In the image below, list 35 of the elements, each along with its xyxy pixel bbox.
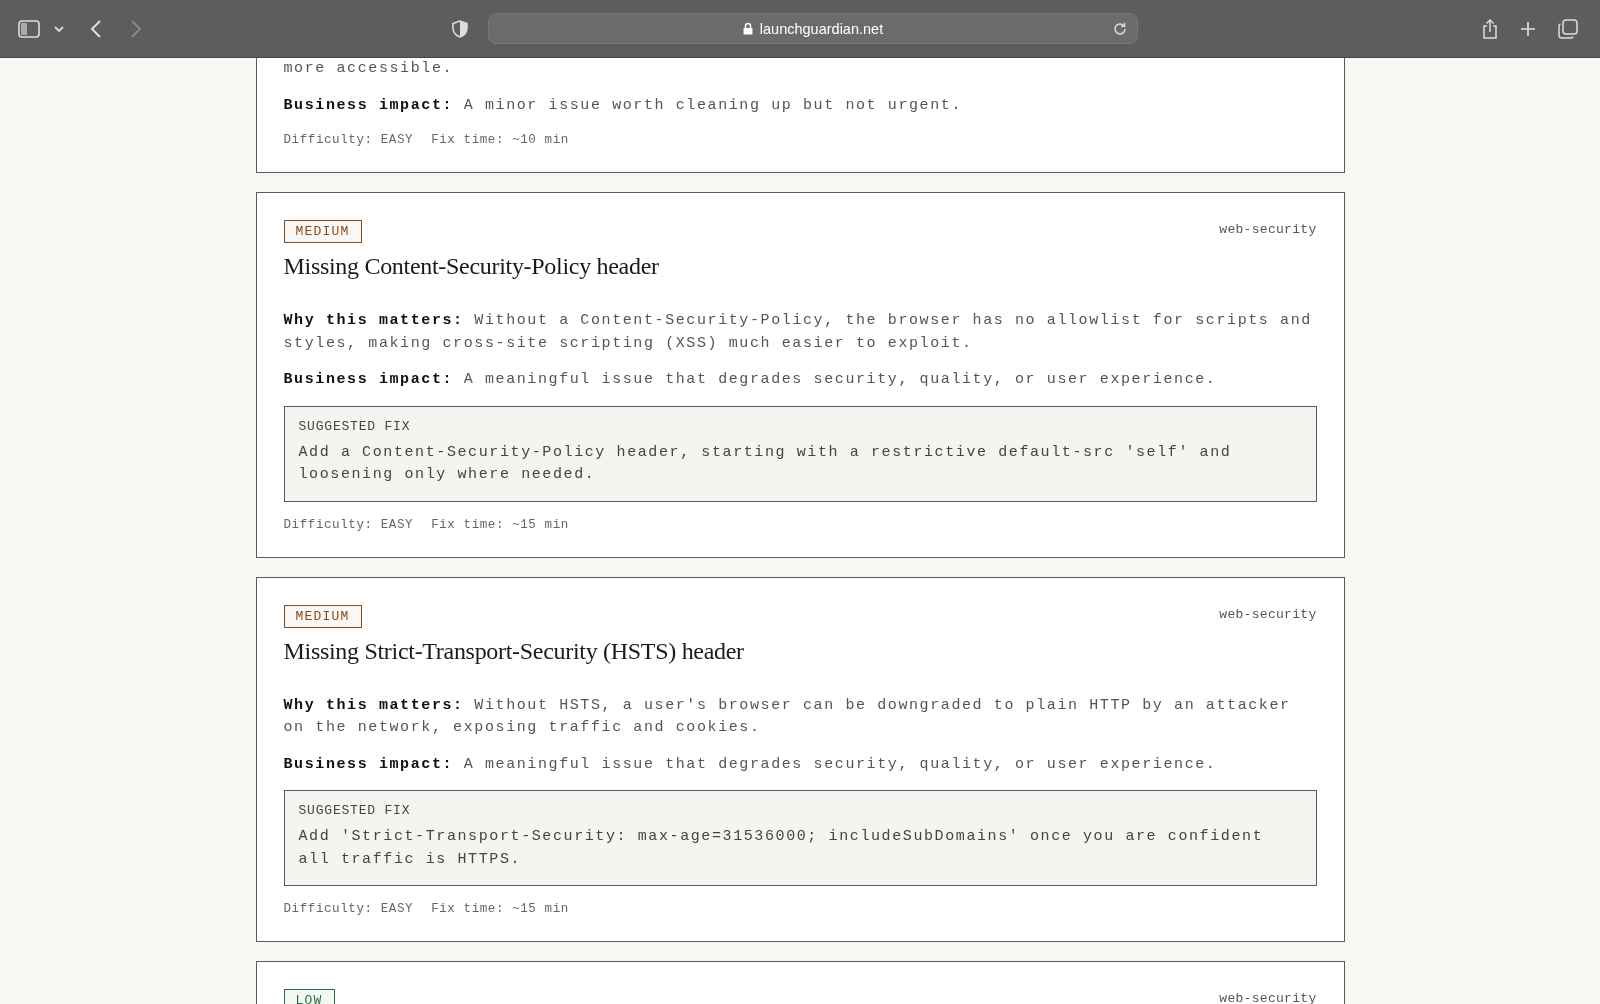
lock-icon — [742, 22, 753, 35]
difficulty-text: Difficulty: EASY — [283, 517, 414, 532]
why-text: Why this matters: Without a Content-Security-Policy, the browser has no allowlist for scripts and styles, making cross-site scripting (XSS) much easier to exploit. — [283, 311, 1313, 354]
severity-badge: LOW — [283, 989, 335, 1004]
fix-label: SUGGESTED FIX — [298, 803, 411, 818]
shield-icon[interactable] — [452, 19, 468, 38]
impact-text: Business impact: A meaningful issue that degrades security, quality, or user experience. — [283, 370, 1218, 390]
chevron-down-icon[interactable] — [54, 24, 64, 33]
impact-text: Business impact: A meaningful issue that degrades security, quality, or user experience. — [283, 754, 1218, 775]
address-bar[interactable]: launchguardian.net — [488, 13, 1138, 44]
why-text: more accessible. — [283, 59, 455, 79]
fix-text: Add a Content-Security-Policy header, starting with a restrictive default-src 'self' and loosening only where needed. — [298, 442, 1233, 485]
severity-badge: MEDIUM — [283, 604, 362, 628]
category-label: web-security — [1219, 991, 1317, 1004]
issue-title: Missing Strict-Transport-Security (HSTS) header — [283, 637, 745, 665]
why-text: Why this matters: Without HSTS, a user's browser can be downgraded to plain HTTP by an attacker on the network, exposing traffic and cookies. — [283, 695, 1292, 738]
share-icon[interactable] — [1482, 18, 1498, 39]
fix-label: SUGGESTED FIX — [298, 418, 411, 434]
fix-text: Add 'Strict-Transport-Security: max-age=31536000; includeSubDomains' once you are confident all traffic is HTTPS. — [298, 827, 1265, 870]
fix-time-text: Fix time: ~10 min — [431, 133, 569, 147]
difficulty-text: Difficulty: EASY — [283, 133, 414, 147]
category-label: web-security — [1219, 222, 1317, 237]
fix-time-text: Fix time: ~15 min — [431, 902, 569, 916]
category-label: web-security — [1219, 606, 1317, 622]
plus-icon[interactable] — [1520, 20, 1536, 37]
difficulty-text: Difficulty: EASY — [283, 902, 414, 916]
url-text: launchguardian.net — [759, 20, 884, 37]
sidebar-icon[interactable] — [18, 19, 40, 38]
impact-text: Business impact: A minor issue worth cleaning up but not urgent. — [283, 95, 963, 116]
back-icon[interactable] — [90, 19, 102, 38]
tabs-icon[interactable] — [1558, 18, 1578, 39]
severity-badge: MEDIUM — [283, 220, 362, 243]
reload-icon[interactable] — [1113, 21, 1127, 36]
issue-title: Missing Content-Security-Policy header — [283, 253, 660, 280]
fix-time-text: Fix time: ~15 min — [431, 517, 569, 532]
